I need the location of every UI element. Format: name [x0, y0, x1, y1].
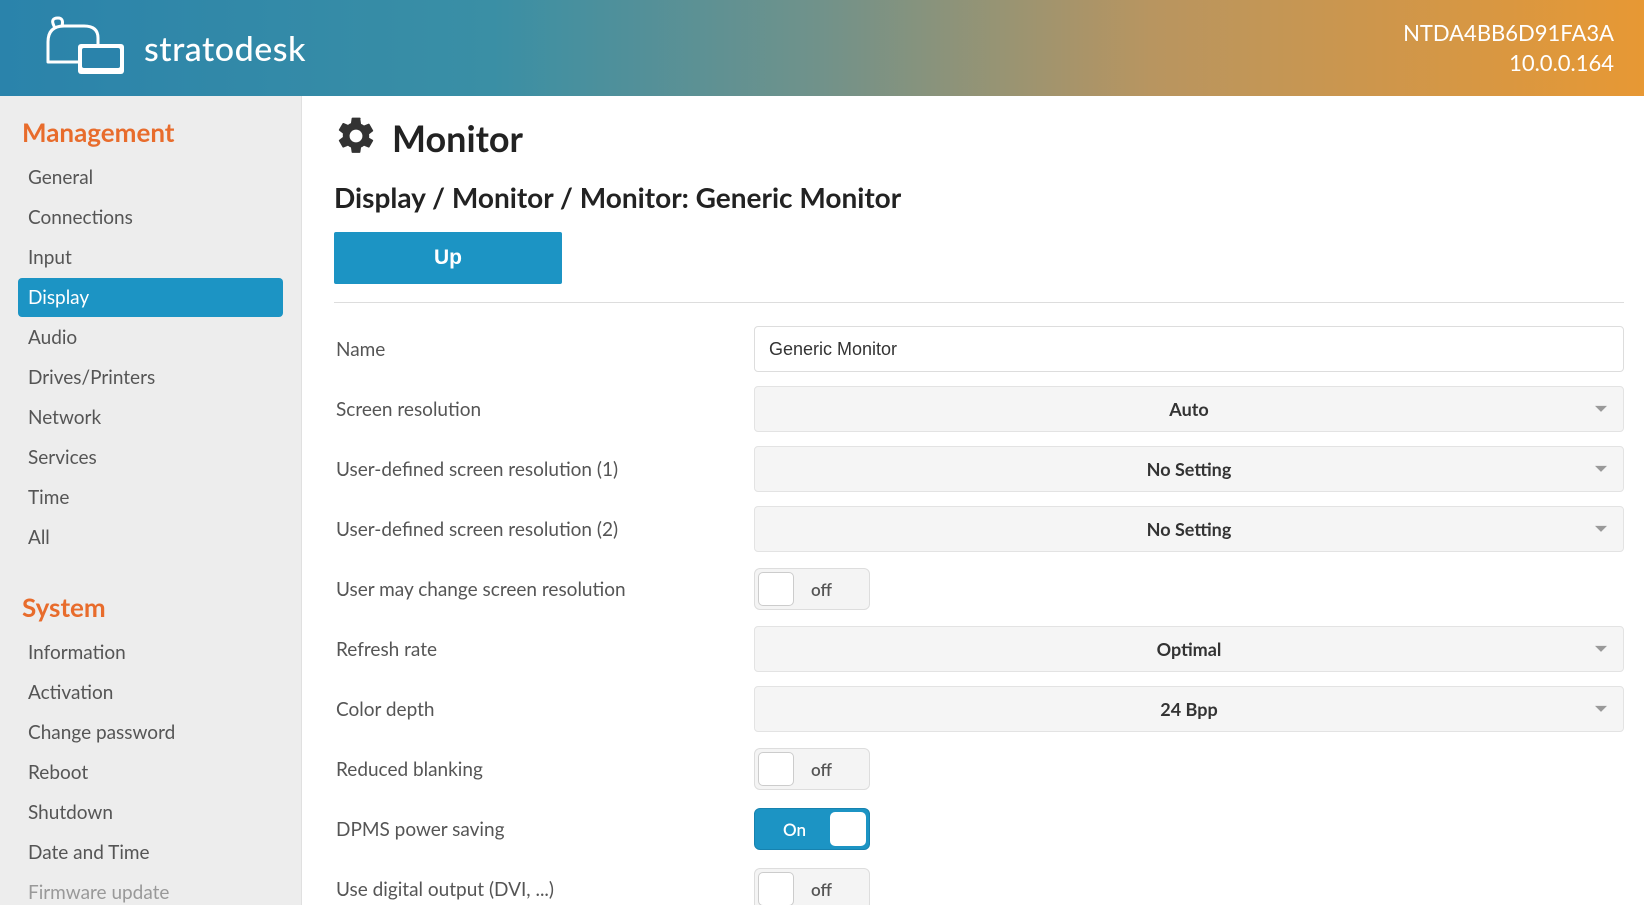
brand-name: stratodesk [144, 28, 306, 69]
sidebar-item-input[interactable]: Input [18, 238, 283, 277]
label-name: Name [334, 338, 754, 361]
sidebar-item-activation[interactable]: Activation [18, 673, 283, 712]
toggle-label: off [811, 759, 832, 780]
sidebar-item-audio[interactable]: Audio [18, 318, 283, 357]
toggle-knob [758, 872, 794, 905]
chevron-down-icon [1595, 639, 1607, 660]
toggle-knob [830, 812, 866, 846]
dpms-toggle[interactable]: On [754, 808, 870, 850]
user-res-1-select[interactable]: No Setting [754, 446, 1624, 492]
toggle-label: off [811, 579, 832, 600]
user-res-2-select[interactable]: No Setting [754, 506, 1624, 552]
label-refresh-rate: Refresh rate [334, 638, 754, 661]
color-depth-select[interactable]: 24 Bpp [754, 686, 1624, 732]
sidebar-item-all[interactable]: All [18, 518, 283, 557]
label-dpms: DPMS power saving [334, 818, 754, 841]
toggle-label: off [811, 879, 832, 900]
sidebar: Management General Connections Input Dis… [0, 96, 302, 905]
digital-output-toggle[interactable]: off [754, 868, 870, 905]
sidebar-item-change-password[interactable]: Change password [18, 713, 283, 752]
sidebar-item-firmware-update[interactable]: Firmware update [18, 873, 283, 912]
chevron-down-icon [1595, 459, 1607, 480]
up-button[interactable]: Up [334, 232, 562, 284]
sidebar-item-drives-printers[interactable]: Drives/Printers [18, 358, 283, 397]
divider [334, 302, 1624, 303]
sidebar-item-display[interactable]: Display [18, 278, 283, 317]
sidebar-item-information[interactable]: Information [18, 633, 283, 672]
brand: stratodesk [28, 12, 306, 84]
user-res-1-value: No Setting [1147, 458, 1232, 480]
user-res-2-value: No Setting [1147, 518, 1232, 540]
chevron-down-icon [1595, 399, 1607, 420]
hostname: NTDA4BB6D91FA3A [1403, 18, 1614, 48]
chevron-down-icon [1595, 519, 1607, 540]
toggle-label: On [783, 819, 806, 840]
chevron-down-icon [1595, 699, 1607, 720]
label-screen-resolution: Screen resolution [334, 398, 754, 421]
main-content: Monitor Display / Monitor / Monitor: Gen… [302, 96, 1644, 905]
label-digital-output: Use digital output (DVI, ...) [334, 878, 754, 901]
label-user-res-1: User-defined screen resolution (1) [334, 458, 754, 481]
label-reduced-blanking: Reduced blanking [334, 758, 754, 781]
label-user-res-2: User-defined screen resolution (2) [334, 518, 754, 541]
color-depth-value: 24 Bpp [1160, 698, 1217, 720]
reduced-blanking-toggle[interactable]: off [754, 748, 870, 790]
label-user-may-change: User may change screen resolution [334, 578, 754, 601]
header-info: NTDA4BB6D91FA3A 10.0.0.164 [1403, 18, 1614, 77]
toggle-knob [758, 752, 794, 786]
sidebar-item-general[interactable]: General [18, 158, 283, 197]
refresh-rate-select[interactable]: Optimal [754, 626, 1624, 672]
toggle-knob [758, 572, 794, 606]
sidebar-item-date-time[interactable]: Date and Time [18, 833, 283, 872]
refresh-rate-value: Optimal [1157, 638, 1222, 660]
sidebar-item-shutdown[interactable]: Shutdown [18, 793, 283, 832]
sidebar-item-time[interactable]: Time [18, 478, 283, 517]
screen-resolution-value: Auto [1169, 398, 1208, 420]
page-title: Monitor [392, 116, 523, 160]
label-color-depth: Color depth [334, 698, 754, 721]
bear-logo-icon [28, 12, 128, 84]
sidebar-item-network[interactable]: Network [18, 398, 283, 437]
sidebar-section-system: System [22, 591, 283, 623]
screen-resolution-select[interactable]: Auto [754, 386, 1624, 432]
sidebar-item-services[interactable]: Services [18, 438, 283, 477]
ip-address: 10.0.0.164 [1403, 48, 1614, 78]
user-may-change-toggle[interactable]: off [754, 568, 870, 610]
sidebar-section-management: Management [22, 116, 283, 148]
name-input[interactable] [754, 326, 1624, 372]
breadcrumb: Display / Monitor / Monitor: Generic Mon… [334, 180, 1624, 214]
gear-icon [334, 114, 378, 162]
sidebar-item-reboot[interactable]: Reboot [18, 753, 283, 792]
header: stratodesk NTDA4BB6D91FA3A 10.0.0.164 [0, 0, 1644, 96]
sidebar-item-connections[interactable]: Connections [18, 198, 283, 237]
